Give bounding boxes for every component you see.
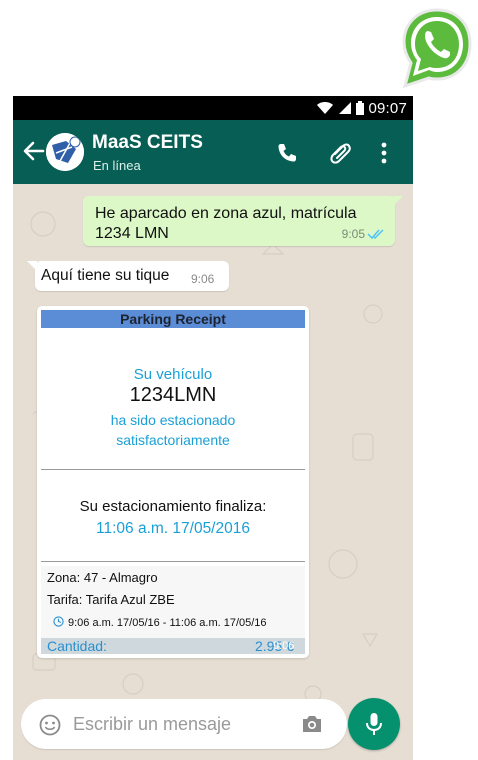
phone-icon[interactable] [275, 141, 299, 165]
receipt-line-parked: ha sido estacionado [110, 412, 236, 428]
receipt-plate: 1234LMN [129, 384, 217, 406]
receipt-tarifa: Tarifa: Tarifa Azul ZBE [47, 592, 175, 607]
message-input[interactable] [73, 709, 293, 739]
message-time: 9:05 [341, 227, 365, 241]
receipt-image-message[interactable]: Parking Receipt Su vehículo 1234LMN ha s… [37, 306, 309, 658]
voice-message-button[interactable] [348, 698, 400, 750]
signal-icon [339, 102, 352, 114]
receipt-cantidad-row: Cantidad: 2.95 € 9:06 [41, 638, 305, 654]
receipt-divider [41, 561, 305, 562]
battery-icon [356, 101, 365, 115]
bubble-tail [393, 196, 403, 206]
contact-avatar[interactable] [46, 133, 84, 171]
receipt-period-row: 9:06 a.m. 17/05/16 - 11:06 a.m. 17/05/16 [53, 616, 267, 629]
camera-icon[interactable] [301, 714, 323, 734]
more-vert-icon[interactable] [379, 140, 389, 166]
receipt-line-vehicle: Su vehículo [133, 366, 213, 383]
phone-screen: 09:07 MaaS CEITS En línea He aparcado en… [13, 96, 413, 760]
receipt-line-success: satisfactoriamente [116, 432, 230, 448]
status-bar: 09:07 [13, 96, 413, 120]
bubble-tail [27, 261, 37, 271]
receipt-ends-label: Su estacionamiento finaliza: [79, 498, 267, 515]
whatsapp-logo [402, 8, 472, 89]
paperclip-icon[interactable] [327, 139, 353, 165]
message-text: Aquí tiene su tique [41, 267, 170, 284]
receipt-cantidad-label: Cantidad: [47, 638, 107, 654]
clock-icon [53, 616, 64, 627]
incoming-message[interactable]: Aquí tiene su tique 9:06 [27, 261, 229, 291]
message-composer [21, 699, 347, 749]
contact-status: En línea [93, 158, 141, 173]
receipt-period: 9:06 a.m. 17/05/16 - 11:06 a.m. 17/05/16 [68, 617, 267, 629]
receipt-details: Zona: 47 - Almagro Tarifa: Tarifa Azul Z… [41, 566, 305, 654]
mic-icon [366, 713, 382, 735]
image-time: 9:06 [273, 640, 295, 652]
its-logo-icon [46, 133, 84, 171]
receipt-divider [41, 469, 305, 470]
chat-header: MaaS CEITS En línea [13, 120, 413, 184]
message-time: 9:06 [191, 272, 215, 286]
emoji-icon[interactable] [39, 714, 61, 736]
parking-receipt: Parking Receipt Su vehículo 1234LMN ha s… [41, 310, 305, 654]
receipt-ends-value: 11:06 a.m. 17/05/2016 [96, 520, 250, 537]
receipt-title: Parking Receipt [41, 310, 305, 328]
back-arrow-icon[interactable] [21, 138, 47, 164]
status-time: 09:07 [368, 99, 407, 117]
double-check-icon [367, 229, 384, 240]
contact-name[interactable]: MaaS CEITS [92, 132, 203, 154]
outgoing-message[interactable]: He aparcado en zona azul, matrícula 1234… [83, 196, 403, 246]
wifi-icon [317, 102, 334, 114]
receipt-zona: Zona: 47 - Almagro [47, 570, 158, 585]
